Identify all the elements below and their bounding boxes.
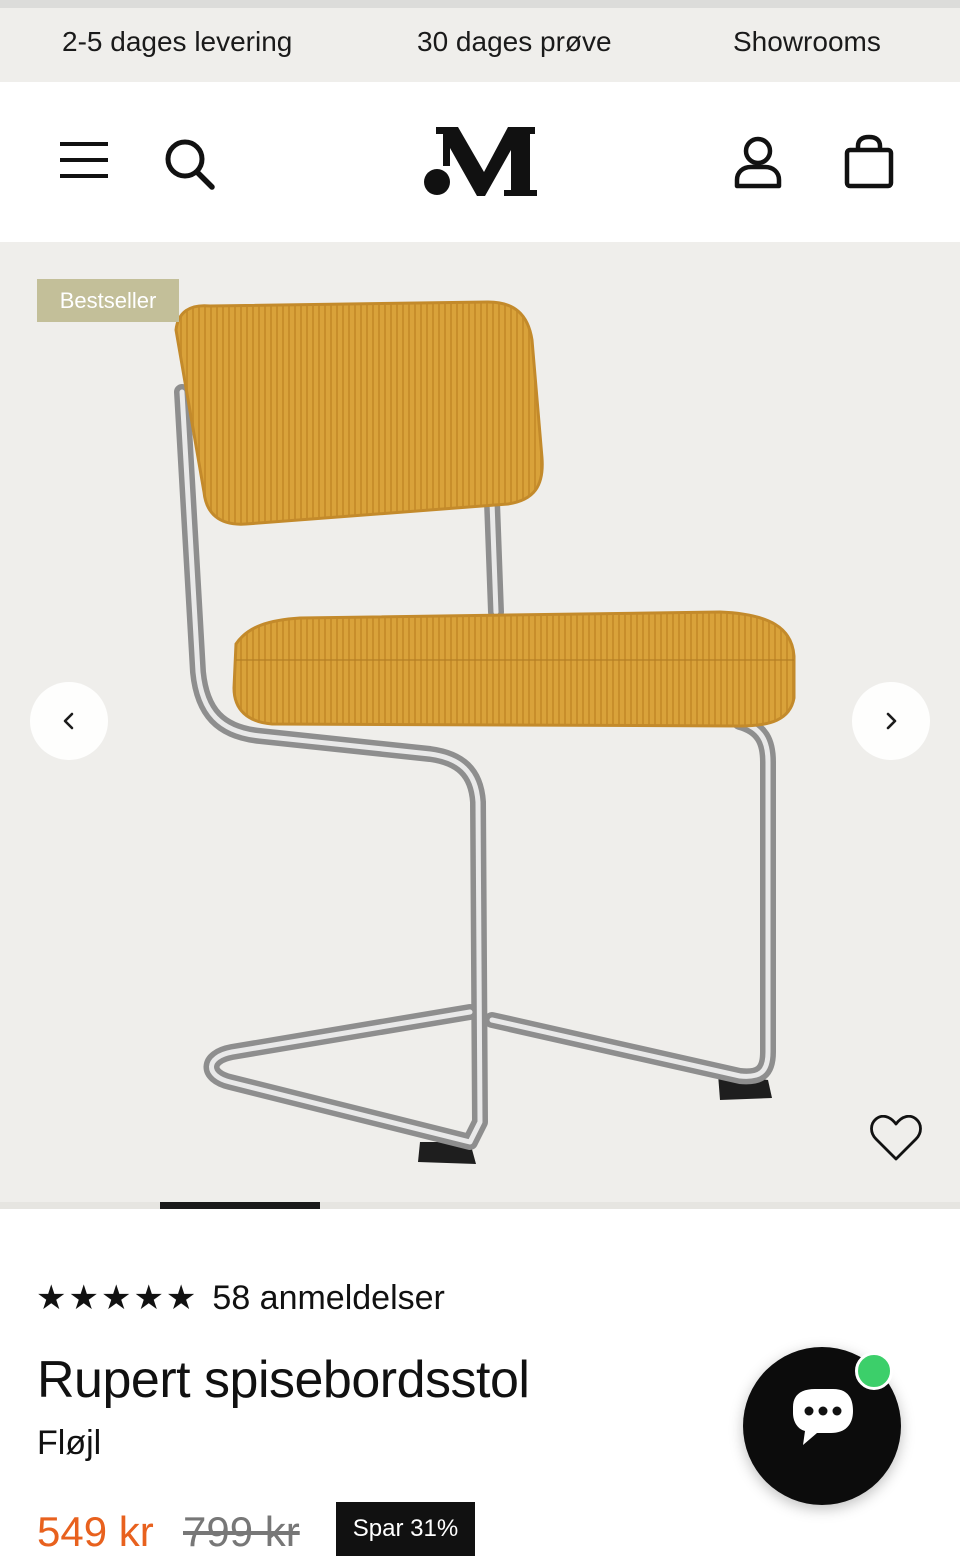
brand-logo (424, 127, 537, 196)
favorite-button[interactable] (870, 1114, 922, 1168)
logo-link[interactable] (420, 126, 542, 203)
account-button[interactable] (733, 136, 783, 195)
search-icon (165, 139, 215, 190)
chevron-left-icon (63, 712, 74, 730)
rating-stars: ★★★★★ (36, 1279, 199, 1317)
product-image (174, 300, 796, 1164)
site-header (0, 82, 960, 242)
promo-delivery[interactable]: 2-5 dages levering (62, 26, 292, 58)
promo-showrooms[interactable]: Showrooms (733, 26, 881, 58)
gallery-progress (0, 1202, 960, 1209)
cart-button[interactable] (842, 134, 896, 195)
bestseller-badge: Bestseller (37, 279, 179, 322)
gallery-progress-active (160, 1202, 320, 1209)
prev-image-button[interactable] (30, 682, 108, 760)
top-border (0, 0, 960, 8)
menu-button[interactable] (58, 138, 110, 187)
search-button[interactable] (162, 136, 218, 197)
product-gallery[interactable]: Bestseller (0, 242, 960, 1202)
hamburger-icon (60, 142, 108, 178)
product-variant: Fløjl (37, 1424, 102, 1462)
user-icon (734, 136, 782, 189)
rating-row[interactable]: ★★★★★ 58 anmeldelser (36, 1276, 445, 1320)
product-title: Rupert spisebordsstol (37, 1351, 530, 1409)
chevron-right-icon (886, 712, 897, 730)
discount-badge: Spar 31% (336, 1502, 475, 1556)
current-price: 549 kr (37, 1508, 154, 1555)
next-image-button[interactable] (852, 682, 930, 760)
review-count[interactable]: 58 anmeldelser (212, 1279, 444, 1318)
heart-icon (870, 1114, 922, 1161)
chat-online-indicator (855, 1352, 893, 1390)
old-price: 799 kr (183, 1508, 300, 1555)
shopping-bag-icon (844, 134, 894, 189)
promo-trial[interactable]: 30 dages prøve (417, 26, 612, 58)
promo-bar: 2-5 dages levering 30 dages prøve Showro… (0, 8, 960, 82)
